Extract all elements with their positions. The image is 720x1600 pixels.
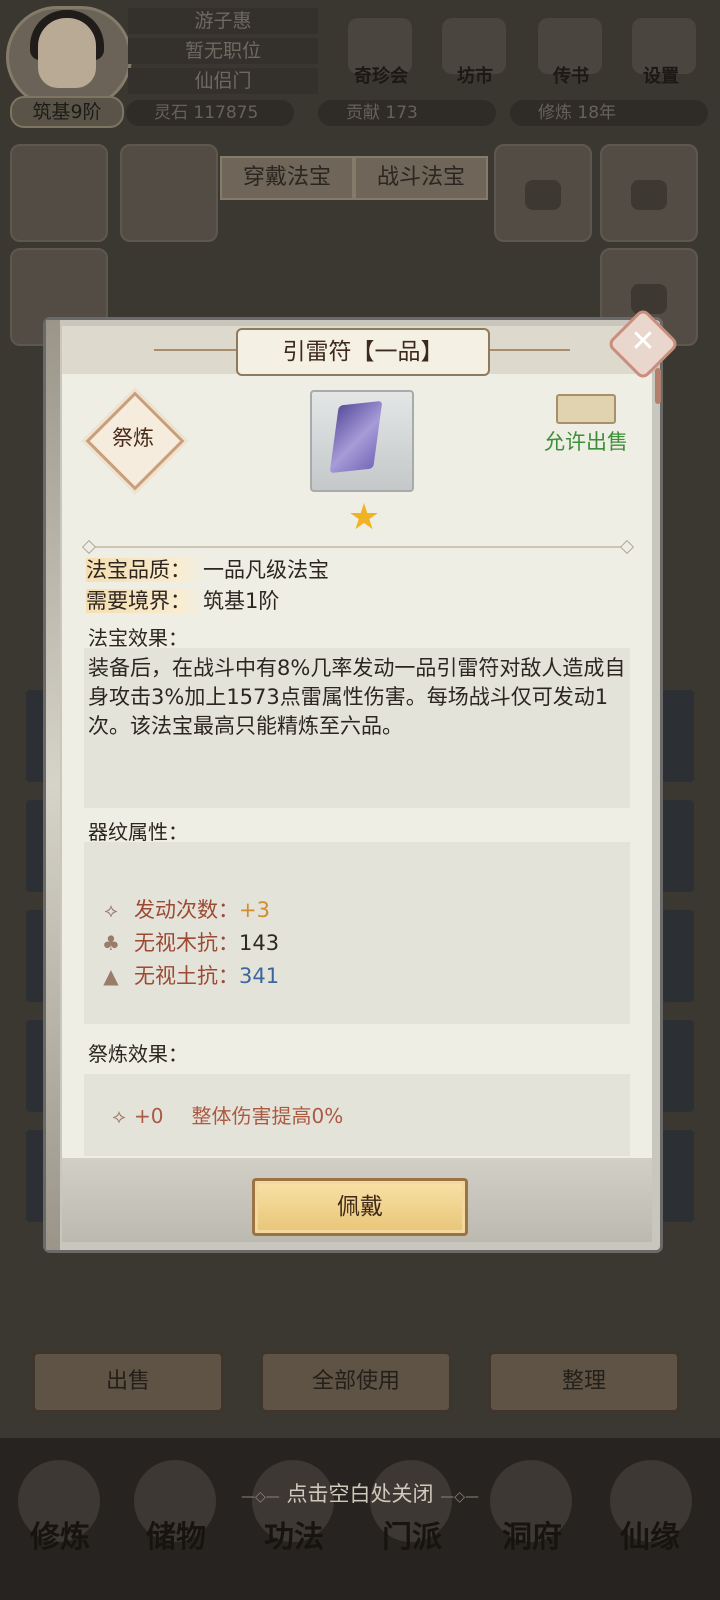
- refine-level: +0: [134, 1104, 164, 1128]
- menu-market[interactable]: 坊市: [430, 62, 520, 88]
- tassel-ornament: [655, 368, 661, 404]
- glyph-row: ♣ 无视木抗：143: [96, 927, 279, 959]
- lock-icon: [631, 180, 667, 210]
- menu-mail[interactable]: 传书: [526, 62, 616, 88]
- realm-label: 需要境界：: [86, 589, 203, 613]
- glyph-label: 无视土抗：: [134, 964, 239, 988]
- nav-cultivate[interactable]: 修炼: [10, 1512, 110, 1556]
- quality-value: 一品凡级法宝: [203, 558, 329, 582]
- divider: [86, 546, 632, 548]
- refine-effect-icon: ⟡: [112, 1104, 126, 1128]
- resource-contribution: 贡献 173: [318, 100, 496, 126]
- player-sect: 仙侣门: [128, 68, 318, 94]
- lock-icon: [525, 180, 561, 210]
- glyph-row: ▲ 无视土抗：341: [96, 960, 279, 992]
- inventory-cell[interactable]: [662, 910, 694, 1002]
- sell-button[interactable]: 出售: [32, 1351, 224, 1413]
- glyph-value: +3: [239, 898, 270, 922]
- glyph-value: 341: [239, 964, 280, 988]
- refine-button-label[interactable]: 祭炼: [96, 420, 170, 456]
- use-all-button[interactable]: 全部使用: [260, 1351, 452, 1413]
- glyph-label: 无视木抗：: [134, 931, 239, 955]
- sort-button[interactable]: 整理: [488, 1351, 680, 1413]
- close-hint[interactable]: —◇— 点击空白处关闭 —◇—: [0, 1478, 720, 1508]
- trigger-count-icon: ⟡: [104, 898, 118, 922]
- sell-permit-icon: [556, 394, 616, 424]
- realm-row: 需要境界： 筑基1阶: [86, 586, 279, 616]
- earth-resist-icon: ▲: [103, 964, 119, 988]
- tab-battle-treasure[interactable]: 战斗法宝: [354, 156, 488, 200]
- nav-fate[interactable]: 仙缘: [600, 1512, 700, 1556]
- inventory-cell[interactable]: [662, 1020, 694, 1112]
- player-position: 暂无职位: [128, 38, 318, 64]
- menu-settings[interactable]: 设置: [616, 62, 706, 88]
- inventory-cell[interactable]: [662, 800, 694, 892]
- glyph-row: ⟡ 发动次数：+3: [96, 894, 270, 926]
- effect-section-title: 法宝效果：: [88, 626, 188, 650]
- realm-value: 筑基1阶: [203, 589, 280, 613]
- tab-worn-treasure[interactable]: 穿戴法宝: [220, 156, 354, 200]
- resource-cultivation: 修炼 18年: [510, 100, 708, 126]
- resource-spirit-stone: 灵石 117875: [126, 100, 294, 126]
- inventory-cell[interactable]: [662, 1130, 694, 1222]
- inventory-cell[interactable]: [662, 690, 694, 782]
- player-name: 游子惠: [128, 8, 318, 34]
- nav-storage[interactable]: 储物: [126, 1512, 226, 1556]
- title-ornament-right: [486, 349, 570, 351]
- star-icon: ★: [347, 497, 381, 538]
- refine-effect-text: 整体伤害提高0%: [191, 1104, 344, 1128]
- sell-status: 允许出售: [544, 430, 628, 454]
- equip-slot-add[interactable]: [120, 144, 218, 242]
- nav-cave[interactable]: 洞府: [482, 1512, 582, 1556]
- refine-row: ⟡ +0 整体伤害提高0%: [104, 1100, 343, 1132]
- equip-slot-necklace[interactable]: [10, 144, 108, 242]
- glyph-value: 143: [239, 931, 280, 955]
- lock-icon: [631, 284, 667, 314]
- title-ornament-left: [154, 349, 238, 351]
- refine-section-title: 祭炼效果：: [88, 1042, 188, 1066]
- equip-button[interactable]: 佩戴: [252, 1178, 468, 1236]
- nav-skills[interactable]: 功法: [244, 1512, 344, 1556]
- quality-row: 法宝品质： 一品凡级法宝: [86, 555, 329, 585]
- effect-description: 装备后，在战斗中有8%几率发动一品引雷符对敌人造成自身攻击3%加上1573点雷属…: [88, 656, 626, 738]
- equip-slot-locked[interactable]: [494, 144, 592, 242]
- avatar-face: [38, 18, 96, 88]
- glyph-section-title: 器纹属性：: [88, 820, 188, 844]
- glyph-label: 发动次数：: [134, 898, 239, 922]
- dialog-title: 引雷符【一品】: [236, 328, 490, 376]
- nav-sect[interactable]: 门派: [362, 1512, 462, 1556]
- dialog-scroll-rod: [46, 320, 60, 1250]
- close-icon[interactable]: ✕: [617, 317, 669, 367]
- menu-treasure-shop[interactable]: 奇珍会: [336, 62, 426, 88]
- quality-label: 法宝品质：: [86, 558, 203, 582]
- wood-resist-icon: ♣: [102, 931, 120, 955]
- equip-slot-locked[interactable]: [600, 144, 698, 242]
- realm-badge: 筑基9阶: [10, 96, 124, 128]
